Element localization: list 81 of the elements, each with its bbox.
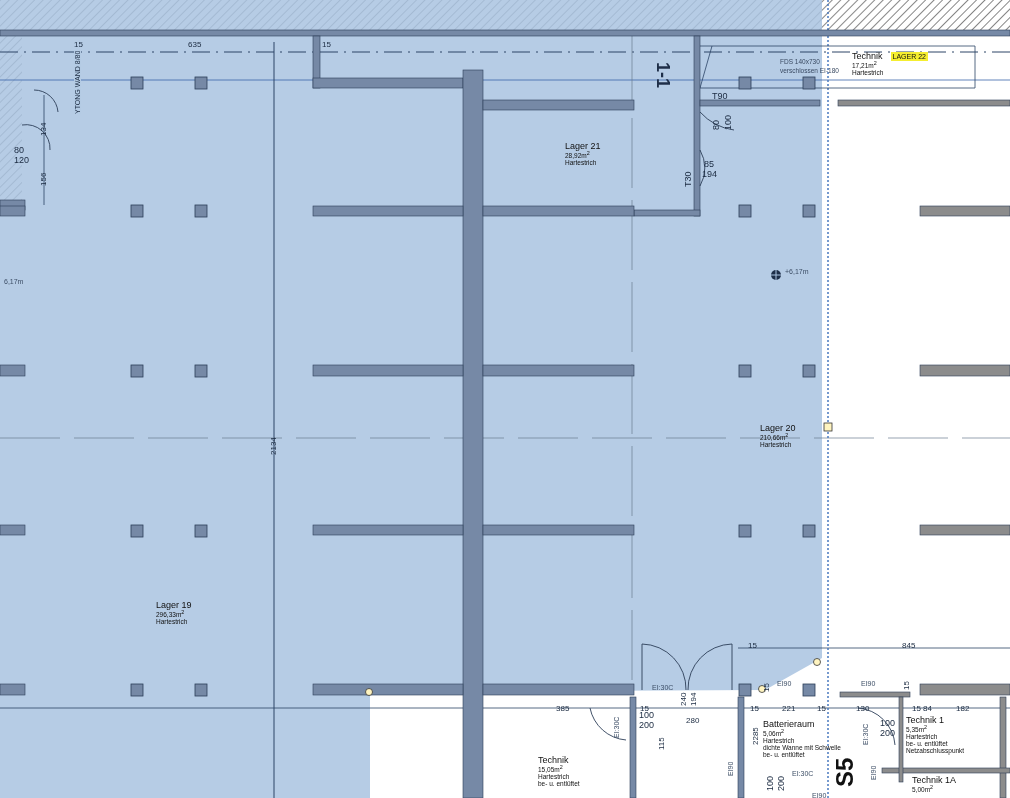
room-name: Lager 19: [156, 601, 192, 610]
room-name: Batterieraum: [763, 720, 815, 729]
door-label: T90: [712, 92, 728, 101]
wall: [0, 524, 26, 536]
pillar: [738, 683, 752, 697]
dimension-label: 182: [956, 705, 970, 713]
vertex-handle[interactable]: [823, 422, 833, 432]
door-label: 200: [880, 729, 896, 738]
pillar: [130, 683, 144, 697]
dimension-label: 240: [680, 692, 688, 706]
door-swing: [33, 89, 59, 113]
pillar: [130, 364, 144, 378]
pillar: [802, 76, 816, 90]
door-swing: [687, 643, 733, 691]
section-mark: 1-1: [654, 62, 672, 88]
pillar: [802, 683, 816, 697]
pillar: [738, 204, 752, 218]
door-label: 194: [702, 170, 718, 179]
door-swing: [857, 707, 896, 746]
pillar: [738, 364, 752, 378]
pillar: [738, 76, 752, 90]
dimension-label: 134: [40, 122, 48, 136]
pillar: [194, 683, 208, 697]
pillar: [194, 524, 208, 538]
dimension-label: 15: [903, 681, 911, 690]
pillar: [194, 76, 208, 90]
dimension-label: 15: [748, 642, 757, 650]
pillar: [194, 204, 208, 218]
room-name: Technik: [538, 756, 569, 765]
room-name: Technik 1: [906, 716, 945, 725]
pillar: [738, 524, 752, 538]
vertex-handle[interactable]: [758, 685, 766, 693]
dimension-label: 156: [40, 172, 48, 186]
pillar: [802, 204, 816, 218]
dimension-label: 2134: [270, 437, 278, 455]
door-label: 80: [14, 146, 24, 155]
door-swing: [699, 111, 735, 131]
door-label: 200: [639, 721, 655, 730]
level-marker-icon: [770, 269, 782, 281]
dimension-label: 15: [322, 41, 331, 49]
dimension-label: 280: [686, 717, 700, 725]
dimension-label: 194: [690, 692, 698, 706]
pillar: [130, 524, 144, 538]
door-swing: [641, 643, 687, 691]
wall: [0, 205, 26, 217]
vertex-handle[interactable]: [813, 658, 821, 666]
dimension-label: 15: [74, 41, 83, 49]
dimension-label: 115: [658, 737, 666, 750]
room-name: Technik: [852, 52, 883, 61]
door-label: 100: [639, 711, 655, 720]
vertex-handle[interactable]: [365, 688, 373, 696]
stair-mark: S5: [833, 757, 857, 787]
dimension-label: 15: [817, 705, 826, 713]
pillar: [802, 364, 816, 378]
door-label: T30: [684, 171, 693, 187]
dimension-label: 15 84: [912, 705, 933, 713]
pillar: [130, 204, 144, 218]
wall: [0, 364, 26, 377]
door-swing: [589, 707, 627, 741]
room-name: Lager 21: [565, 142, 601, 152]
door-label: 100: [766, 775, 775, 791]
room-name: Technik 1A: [912, 776, 957, 785]
pillar: [802, 524, 816, 538]
door-label: 200: [777, 775, 786, 791]
pillar: [130, 76, 144, 90]
pillar: [194, 364, 208, 378]
dimension-label: 385: [556, 705, 570, 713]
dimension-label: 15: [750, 705, 759, 713]
dimension-label: 2285: [752, 727, 760, 745]
door-label: 80: [712, 120, 721, 130]
door-label: 100: [880, 719, 896, 728]
dimension-label: 15: [763, 683, 771, 692]
door-label: 100: [724, 114, 733, 130]
room-name: Lager 20: [760, 424, 796, 433]
door-label: 85: [704, 160, 714, 169]
dimension-label: 845: [902, 642, 916, 650]
dimension-label: 221: [782, 705, 796, 713]
wall: [0, 683, 26, 696]
dimension-label: 130: [856, 705, 870, 713]
dimension-label: 635: [188, 41, 202, 49]
door-label: 120: [14, 156, 30, 165]
